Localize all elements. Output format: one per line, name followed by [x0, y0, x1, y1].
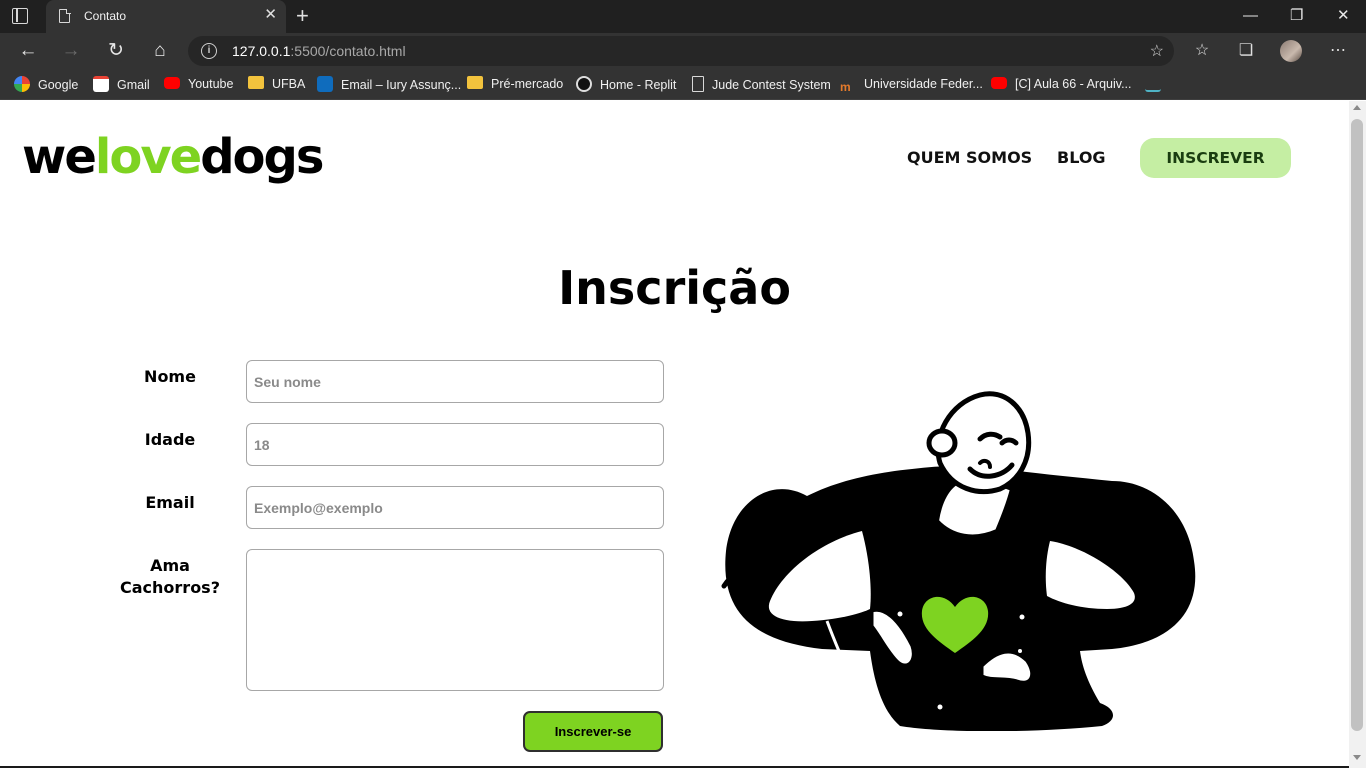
browser-tab[interactable]: Contato ✕	[46, 0, 286, 33]
browser-toolbar: ← → ↻ ⌂ i 127.0.0.1:5500/contato.html ☆ …	[0, 33, 1366, 69]
sparkle	[897, 611, 903, 617]
bookmark-replit[interactable]: Home - Replit	[576, 76, 676, 94]
bookmark-label: Universidade Feder...	[864, 77, 983, 91]
add-favorite-icon[interactable]: ☆	[1150, 41, 1164, 61]
loves-dogs-label: Ama Cachorros?	[105, 555, 235, 599]
address-bar[interactable]: i 127.0.0.1:5500/contato.html ☆	[188, 36, 1174, 66]
name-input[interactable]	[246, 360, 664, 403]
outlook-icon	[317, 76, 333, 92]
page-title: Inscrição	[558, 261, 791, 315]
url-path: :5500/contato.html	[290, 43, 406, 59]
tab-actions-icon[interactable]	[12, 8, 28, 24]
sparkle	[1018, 649, 1022, 653]
inscrever-button[interactable]: INSCREVER	[1140, 138, 1291, 178]
minimize-icon[interactable]: —	[1243, 6, 1258, 26]
bookmark-label: Jude Contest System	[712, 78, 831, 92]
bookmark-label: [C] Aula 66 - Arquiv...	[1015, 77, 1132, 91]
loves-dogs-label-line2: Cachorros?	[120, 578, 220, 597]
bookmark-label: Youtube	[188, 77, 234, 91]
logo-dogs: dogs	[200, 129, 324, 185]
bookmark-label: Google	[38, 78, 79, 92]
youtube-icon	[991, 77, 1007, 89]
heart-person-illustration	[721, 391, 1196, 731]
chart-icon	[1145, 76, 1161, 92]
folder-icon	[467, 76, 483, 89]
scrollbar-thumb[interactable]	[1351, 119, 1363, 731]
ear	[926, 428, 958, 458]
university-icon: m	[840, 80, 851, 94]
back-icon[interactable]: ←	[16, 39, 40, 63]
page-scrollbar[interactable]	[1349, 101, 1366, 768]
youtube-icon	[164, 77, 180, 89]
name-label: Nome	[144, 367, 196, 386]
browser-tab-bar: Contato ✕ + — ❐ ✕	[0, 0, 1366, 33]
bookmark-ufba[interactable]: UFBA	[248, 76, 305, 94]
sparkle	[892, 641, 896, 645]
logo-love: love	[94, 129, 202, 185]
page-viewport: welovedogs QUEM SOMOS BLOG INSCREVER Ins…	[0, 101, 1349, 768]
bookmark-google[interactable]: Google	[14, 76, 78, 94]
email-label: Email	[145, 493, 195, 512]
bookmark-overflow[interactable]	[1145, 76, 1169, 94]
more-menu-icon[interactable]: ⋯	[1327, 40, 1349, 62]
sparkle	[937, 704, 943, 710]
email-input[interactable]	[246, 486, 664, 529]
bookmark-pre-mercado[interactable]: Pré-mercado	[467, 76, 563, 94]
restore-icon[interactable]: ❐	[1290, 6, 1303, 26]
close-window-icon[interactable]: ✕	[1337, 6, 1350, 26]
age-input[interactable]	[246, 423, 664, 466]
refresh-icon[interactable]: ↻	[104, 39, 128, 63]
bookmark-jude[interactable]: Jude Contest System	[692, 76, 831, 94]
tab-title: Contato	[84, 9, 127, 23]
bookmark-label: UFBA	[272, 77, 306, 91]
site-logo[interactable]: welovedogs	[22, 129, 324, 185]
scroll-down-icon[interactable]	[1353, 755, 1361, 760]
bookmark-label: Home - Replit	[600, 78, 677, 92]
logo-we: we	[22, 129, 97, 185]
close-tab-icon[interactable]: ✕	[264, 7, 277, 23]
loves-dogs-textarea[interactable]	[246, 549, 664, 691]
info-icon[interactable]: i	[201, 43, 217, 59]
folder-icon	[248, 76, 264, 89]
bookmark-universidade[interactable]: m Universidade Feder...	[840, 76, 983, 94]
bookmark-email[interactable]: Email – Iury Assunç...	[317, 76, 461, 94]
bookmarks-bar: Google Gmail Youtube UFBA Email – Iury A…	[0, 69, 1366, 100]
replit-icon	[576, 76, 592, 92]
bookmark-label: Pré-mercado	[491, 77, 564, 91]
home-icon[interactable]: ⌂	[148, 39, 172, 63]
google-icon	[14, 76, 30, 92]
profile-avatar[interactable]	[1280, 40, 1302, 62]
sparkle	[1019, 614, 1025, 620]
favorites-icon[interactable]: ☆	[1191, 40, 1213, 62]
submit-button[interactable]: Inscrever-se	[523, 711, 663, 752]
bookmark-aula[interactable]: [C] Aula 66 - Arquiv...	[991, 76, 1132, 94]
page-icon	[59, 8, 71, 23]
bookmark-gmail[interactable]: Gmail	[93, 76, 150, 94]
scroll-up-icon[interactable]	[1353, 105, 1361, 110]
bookmark-youtube[interactable]: Youtube	[164, 76, 233, 94]
url-host: 127.0.0.1	[232, 43, 291, 59]
nav-quem-somos[interactable]: QUEM SOMOS	[907, 148, 1032, 167]
bookmark-label: Gmail	[117, 78, 150, 92]
new-tab-icon[interactable]: +	[296, 4, 309, 28]
url-text[interactable]: 127.0.0.1:5500/contato.html	[232, 43, 406, 59]
collections-icon[interactable]: ❏	[1235, 40, 1257, 62]
age-label: Idade	[144, 430, 196, 449]
document-icon	[692, 76, 704, 92]
forward-icon[interactable]: →	[59, 39, 83, 63]
loves-dogs-label-line1: Ama	[150, 556, 190, 575]
nav-blog[interactable]: BLOG	[1057, 148, 1106, 167]
bookmark-label: Email – Iury Assunç...	[341, 78, 462, 92]
gmail-icon	[93, 76, 109, 92]
